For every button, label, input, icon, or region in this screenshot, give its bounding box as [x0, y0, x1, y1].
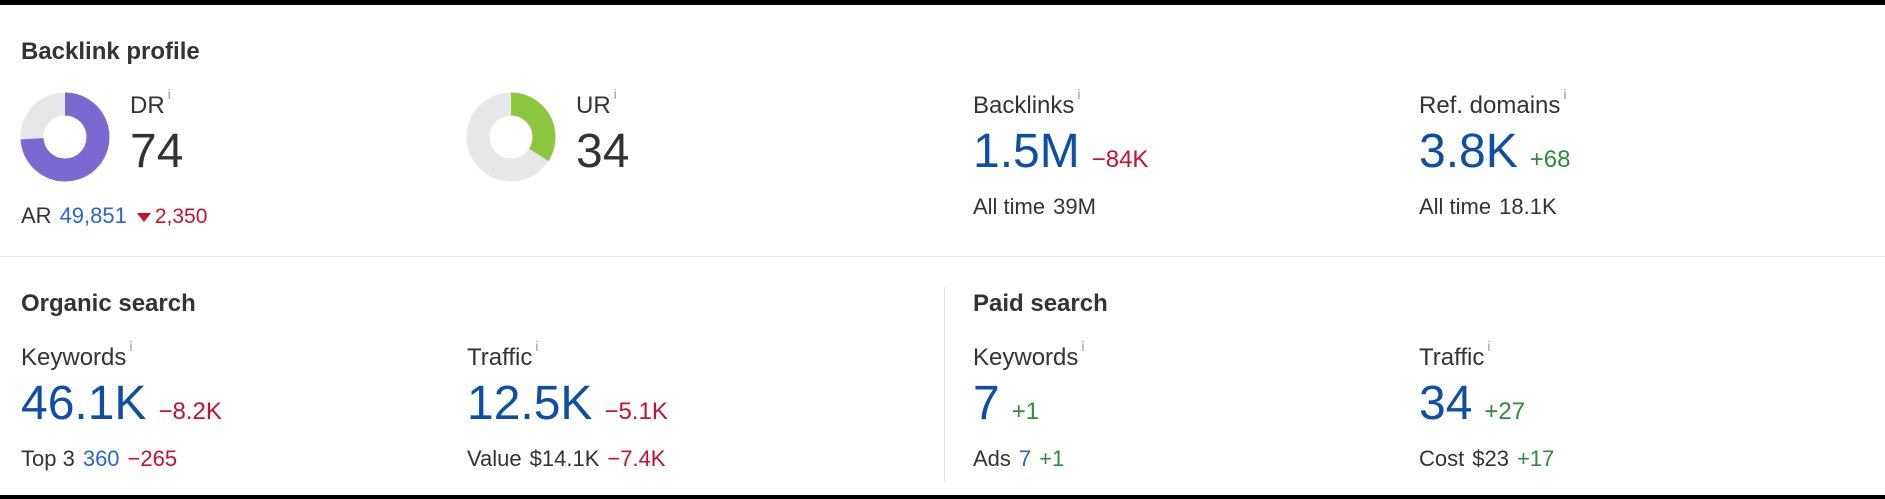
organic-traffic-metric: Traffic i 12.5K −5.1K Value $14.1K −7.4K: [467, 338, 668, 472]
ar-value[interactable]: 49,851: [60, 203, 127, 228]
organic-traffic-label: Traffic: [467, 344, 533, 371]
backlinks-value-row: 1.5M −84K: [973, 128, 1148, 176]
organic-keywords-info-icon[interactable]: i: [129, 338, 132, 354]
paid-search-title: Paid search: [973, 290, 1108, 317]
paid-traffic-value-row: 34 +27: [1419, 380, 1554, 428]
backlinks-metric: Backlinks i 1.5M −84K All time 39M: [973, 86, 1148, 220]
organic-traffic-value-row: 12.5K −5.1K: [467, 380, 668, 428]
ur-label-row: UR i: [576, 86, 629, 120]
paid-ads-row: Ads 7 +1: [973, 446, 1085, 472]
dr-info-icon[interactable]: i: [168, 86, 171, 102]
ur-value: 34: [576, 125, 630, 178]
paid-cost-value: $23: [1472, 446, 1509, 471]
ref-domains-alltime-label: All time: [1419, 194, 1492, 219]
backlinks-info-icon[interactable]: i: [1077, 86, 1080, 102]
ur-metric: UR i 34: [576, 86, 630, 178]
organic-keywords-value[interactable]: 46.1K: [21, 377, 146, 430]
ref-domains-label-row: Ref. domains i: [1419, 86, 1570, 120]
paid-traffic-info-icon[interactable]: i: [1487, 338, 1490, 354]
dr-label-row: DR i: [130, 86, 183, 120]
organic-top3-label: Top 3: [21, 446, 75, 471]
dr-metric: DR i 74: [130, 86, 184, 178]
organic-keywords-label: Keywords: [21, 344, 127, 371]
paid-keywords-info-icon[interactable]: i: [1081, 338, 1084, 354]
organic-search-title: Organic search: [21, 290, 196, 317]
ref-domains-info-icon[interactable]: i: [1563, 86, 1566, 102]
paid-traffic-label: Traffic: [1419, 344, 1485, 371]
paid-keywords-label-row: Keywords i: [973, 338, 1085, 372]
paid-ads-label: Ads: [973, 446, 1011, 471]
backlinks-label-row: Backlinks i: [973, 86, 1148, 120]
ref-domains-alltime-row: All time 18.1K: [1419, 194, 1570, 220]
organic-traffic-info-icon[interactable]: i: [535, 338, 538, 354]
paid-cost-delta: +17: [1516, 446, 1555, 471]
organic-traffic-delta: −5.1K: [604, 398, 668, 425]
organic-value-row: Value $14.1K −7.4K: [467, 446, 668, 472]
paid-traffic-label-row: Traffic i: [1419, 338, 1554, 372]
ref-domains-value[interactable]: 3.8K: [1419, 125, 1518, 178]
backlinks-delta: −84K: [1091, 146, 1149, 173]
paid-keywords-value[interactable]: 7: [973, 377, 1000, 430]
organic-keywords-delta: −8.2K: [158, 398, 222, 425]
ref-domains-label: Ref. domains: [1419, 92, 1561, 119]
ur-donut-chart: [466, 92, 556, 182]
backlinks-value[interactable]: 1.5M: [973, 125, 1080, 178]
backlink-profile-title: Backlink profile: [21, 38, 200, 65]
ar-label: AR: [21, 203, 52, 228]
backlinks-alltime-label: All time: [973, 194, 1046, 219]
paid-traffic-value[interactable]: 34: [1419, 377, 1472, 430]
paid-ads-delta: +1: [1039, 446, 1065, 471]
dr-label: DR: [130, 92, 165, 119]
ur-info-icon[interactable]: i: [614, 86, 617, 102]
organic-traffic-value[interactable]: 12.5K: [467, 377, 592, 430]
ar-row: AR 49,851 2,350: [21, 203, 207, 229]
organic-top3-value[interactable]: 360: [83, 446, 120, 471]
backlinks-alltime-value: 39M: [1053, 194, 1096, 219]
search-divider: [944, 287, 945, 482]
ref-domains-metric: Ref. domains i 3.8K +68 All time 18.1K: [1419, 86, 1570, 220]
ar-delta: 2,350: [154, 205, 208, 228]
dr-donut-chart: [20, 92, 110, 182]
organic-keywords-label-row: Keywords i: [21, 338, 222, 372]
organic-value-delta: −7.4K: [607, 446, 666, 471]
organic-top3-row: Top 3 360 −265: [21, 446, 222, 472]
organic-value-label: Value: [467, 446, 522, 471]
organic-traffic-label-row: Traffic i: [467, 338, 668, 372]
paid-cost-label: Cost: [1419, 446, 1465, 471]
paid-keywords-metric: Keywords i 7 +1 Ads 7 +1: [973, 338, 1085, 472]
paid-keywords-value-row: 7 +1: [973, 380, 1085, 428]
paid-traffic-delta: +27: [1484, 398, 1526, 425]
backlinks-alltime-row: All time 39M: [973, 194, 1148, 220]
dr-value: 74: [130, 125, 184, 178]
paid-ads-value[interactable]: 7: [1019, 446, 1031, 471]
ref-domains-alltime-value: 18.1K: [1499, 194, 1557, 219]
organic-keywords-value-row: 46.1K −8.2K: [21, 380, 222, 428]
ref-domains-value-row: 3.8K +68: [1419, 128, 1570, 176]
overview-panel: Backlink profile DR i 74 AR 49,851 2,350 UR…: [0, 5, 1885, 495]
paid-keywords-label: Keywords: [973, 344, 1079, 371]
section-divider: [0, 256, 1885, 257]
paid-traffic-metric: Traffic i 34 +27 Cost $23 +17: [1419, 338, 1554, 472]
organic-value-value: $14.1K: [529, 446, 600, 471]
organic-keywords-metric: Keywords i 46.1K −8.2K Top 3 360 −265: [21, 338, 222, 472]
paid-keywords-delta: +1: [1011, 398, 1040, 425]
organic-top3-delta: −265: [127, 446, 178, 471]
ur-label: UR: [576, 92, 611, 119]
paid-cost-row: Cost $23 +17: [1419, 446, 1554, 472]
backlinks-label: Backlinks: [973, 92, 1075, 119]
ref-domains-delta: +68: [1529, 146, 1571, 173]
down-triangle-icon: [136, 212, 151, 222]
